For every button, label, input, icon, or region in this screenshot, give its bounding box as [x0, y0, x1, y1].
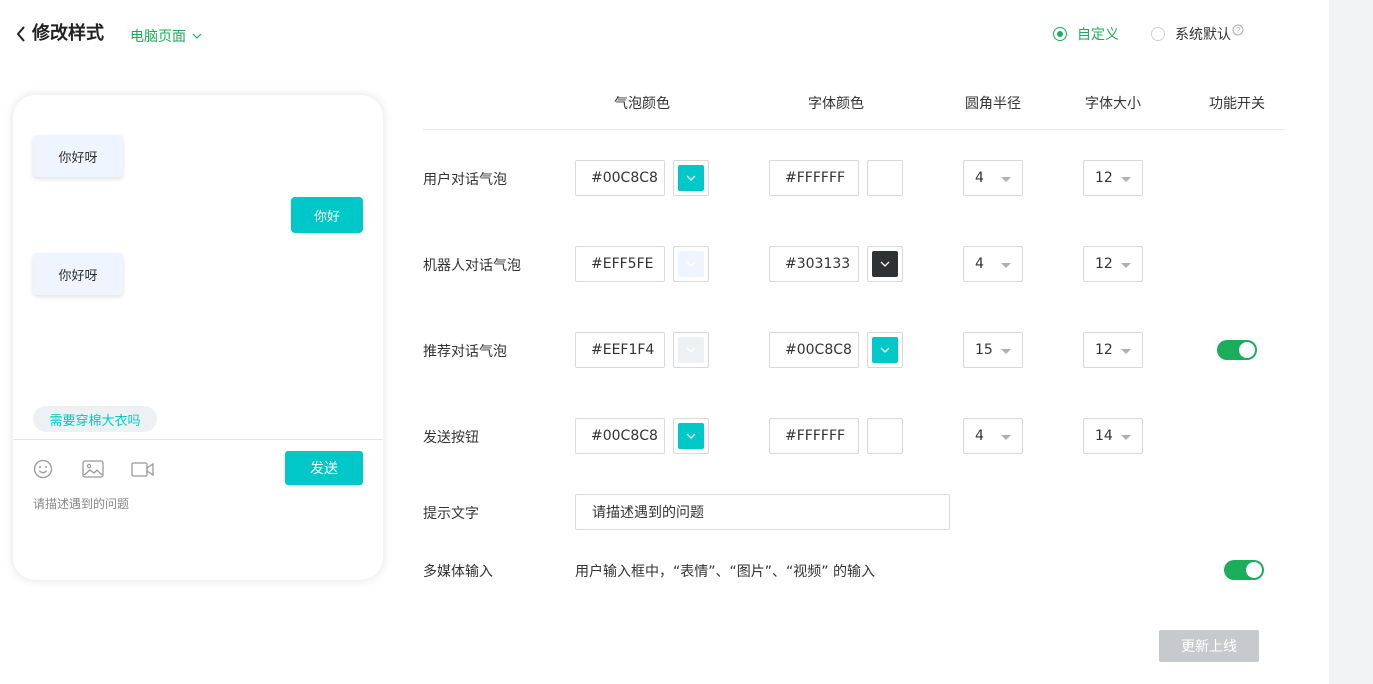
bubble-color-picker[interactable] — [673, 160, 709, 196]
robot-bubble-preview: 你好呀 — [33, 135, 123, 177]
font-color-picker[interactable] — [867, 332, 903, 368]
user-bubble-preview: 你好 — [291, 197, 363, 233]
caret-down-icon — [1001, 263, 1011, 268]
caret-down-icon — [1121, 177, 1131, 182]
font-size-select[interactable]: 12 — [1083, 332, 1143, 368]
header-radius: 圆角半径 — [965, 96, 1021, 112]
radio-system-default[interactable]: 系统默认 ? — [1151, 24, 1244, 44]
header-font-size: 字体大小 — [1085, 96, 1141, 112]
font-size-select[interactable]: 12 — [1083, 160, 1143, 196]
hint-text-input[interactable]: 请描述遇到的问题 — [575, 494, 950, 530]
header-bubble-color: 气泡颜色 — [614, 96, 670, 112]
font-size-value: 12 — [1095, 342, 1113, 358]
media-input-switch[interactable] — [1224, 560, 1264, 580]
font-color-input[interactable]: #FFFFFF — [769, 418, 859, 454]
update-publish-button[interactable]: 更新上线 — [1159, 630, 1259, 662]
image-icon[interactable] — [82, 459, 104, 479]
radio-custom-dot[interactable] — [1053, 27, 1067, 41]
chevron-down-icon — [192, 33, 202, 39]
svg-text:?: ? — [1236, 26, 1241, 35]
radius-value: 4 — [975, 170, 984, 186]
font-color-input[interactable]: #00C8C8 — [769, 332, 859, 368]
bubble-color-picker[interactable] — [673, 418, 709, 454]
radio-custom-label: 自定义 — [1077, 27, 1119, 43]
font-color-picker[interactable] — [867, 418, 903, 454]
caret-down-icon — [1121, 349, 1131, 354]
caret-down-icon — [1001, 349, 1011, 354]
radio-custom[interactable]: 自定义 — [1053, 24, 1119, 44]
row-label-robot-bubble: 机器人对话气泡 — [423, 258, 521, 274]
emoji-icon[interactable] — [33, 459, 53, 479]
font-color-input[interactable]: #FFFFFF — [769, 160, 859, 196]
row-label-user-bubble: 用户对话气泡 — [423, 172, 507, 188]
chevron-down-icon — [686, 261, 696, 267]
robot-bubble-preview: 你好呀 — [33, 253, 123, 295]
chat-preview-panel: 你好呀 你好 你好呀 需要穿棉大衣吗 发送 请描述遇到的问题 — [13, 95, 383, 580]
input-divider — [13, 439, 383, 440]
font-size-value: 14 — [1095, 428, 1113, 444]
radius-value: 4 — [975, 428, 984, 444]
radius-select[interactable]: 4 — [963, 418, 1023, 454]
row-label-send-button: 发送按钮 — [423, 430, 479, 446]
font-size-value: 12 — [1095, 256, 1113, 272]
bubble-color-picker[interactable] — [673, 246, 709, 282]
radio-default-dot[interactable] — [1151, 27, 1165, 41]
font-color-input[interactable]: #303133 — [769, 246, 859, 282]
caret-down-icon — [1121, 435, 1131, 440]
chevron-down-icon — [686, 433, 696, 439]
caret-down-icon — [1001, 177, 1011, 182]
font-color-picker[interactable] — [867, 246, 903, 282]
chevron-down-icon — [880, 261, 890, 267]
radius-select[interactable]: 4 — [963, 160, 1023, 196]
bubble-color-picker[interactable] — [673, 332, 709, 368]
font-color-picker[interactable] — [867, 160, 903, 196]
chevron-down-icon — [686, 347, 696, 353]
chevron-left-icon — [16, 26, 25, 42]
radio-default-label: 系统默认 — [1175, 27, 1231, 43]
header-switch: 功能开关 — [1209, 96, 1265, 112]
media-description: 用户输入框中，“表情”、“图片”、“视频” 的输入 — [575, 564, 875, 580]
radius-value: 4 — [975, 256, 984, 272]
bubble-color-input[interactable]: #EFF5FE — [575, 246, 665, 282]
font-size-select[interactable]: 14 — [1083, 418, 1143, 454]
right-scroll-gutter — [1329, 0, 1373, 684]
row-label-media: 多媒体输入 — [423, 564, 493, 580]
header-font-color: 字体颜色 — [808, 96, 864, 112]
video-icon[interactable] — [131, 459, 155, 479]
radius-select[interactable]: 15 — [963, 332, 1023, 368]
caret-down-icon — [1001, 435, 1011, 440]
back-button[interactable]: 修改样式 — [14, 22, 104, 46]
page-type-select[interactable]: 电脑页面 — [130, 26, 202, 46]
row-label-hint: 提示文字 — [423, 506, 479, 522]
question-icon[interactable]: ? — [1232, 24, 1244, 36]
page-type-select-value: 电脑页面 — [130, 29, 186, 45]
bubble-color-input[interactable]: #00C8C8 — [575, 418, 665, 454]
row-label-recommend-bubble: 推荐对话气泡 — [423, 344, 507, 360]
page-title: 修改样式 — [32, 23, 104, 44]
input-placeholder-preview[interactable]: 请描述遇到的问题 — [33, 495, 129, 512]
bubble-color-input[interactable]: #00C8C8 — [575, 160, 665, 196]
recommend-bubble-switch[interactable] — [1217, 340, 1257, 360]
chevron-down-icon — [686, 175, 696, 181]
radius-value: 15 — [975, 342, 993, 358]
font-size-select[interactable]: 12 — [1083, 246, 1143, 282]
send-button-preview[interactable]: 发送 — [285, 451, 363, 485]
radius-select[interactable]: 4 — [963, 246, 1023, 282]
recommend-chip-preview[interactable]: 需要穿棉大衣吗 — [33, 406, 157, 432]
bubble-color-input[interactable]: #EEF1F4 — [575, 332, 665, 368]
chevron-down-icon — [880, 347, 890, 353]
caret-down-icon — [1121, 263, 1131, 268]
header-divider — [423, 129, 1285, 130]
font-size-value: 12 — [1095, 170, 1113, 186]
